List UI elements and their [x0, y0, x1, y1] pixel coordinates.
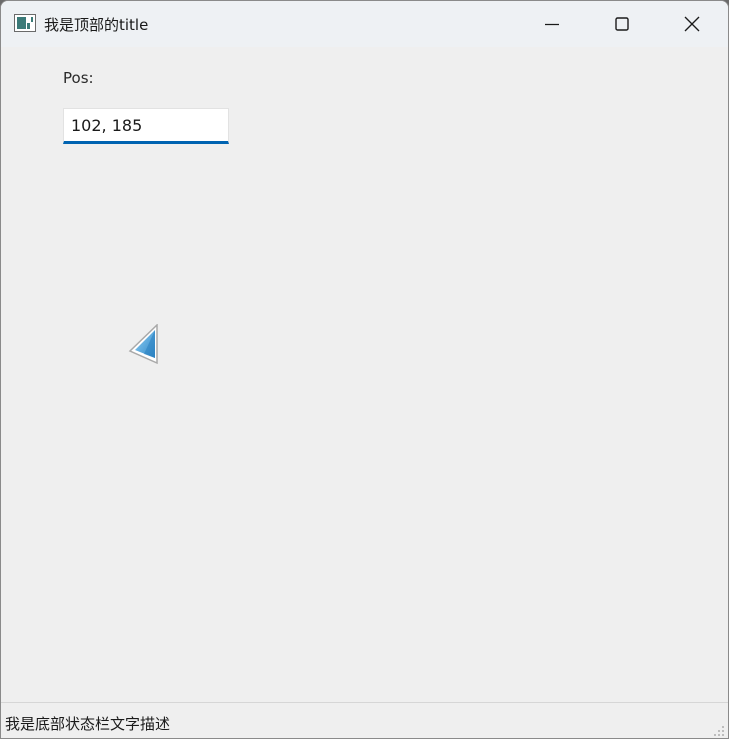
pos-input[interactable]	[63, 108, 229, 144]
app-window: 我是顶部的title Pos: 102, 185 我是底部状态栏文字描述	[0, 0, 729, 739]
status-text: 我是底部状态栏文字描述	[5, 715, 171, 733]
minimize-button[interactable]	[529, 1, 575, 47]
window-title: 我是顶部的title	[44, 16, 149, 34]
main-content[interactable]: Pos:	[1, 47, 728, 702]
title-bar[interactable]: 我是顶部的title	[1, 1, 728, 47]
maximize-button[interactable]	[599, 1, 645, 47]
close-button[interactable]	[669, 1, 715, 47]
close-icon	[684, 16, 700, 32]
app-window-icon	[14, 14, 36, 32]
resize-grip-icon[interactable]	[712, 723, 726, 737]
minimize-icon	[545, 23, 559, 26]
arrow-cursor-icon	[128, 323, 162, 366]
maximize-icon	[615, 17, 629, 31]
status-bar: 我是底部状态栏文字描述	[1, 702, 728, 738]
pos-label: Pos:	[63, 69, 94, 87]
